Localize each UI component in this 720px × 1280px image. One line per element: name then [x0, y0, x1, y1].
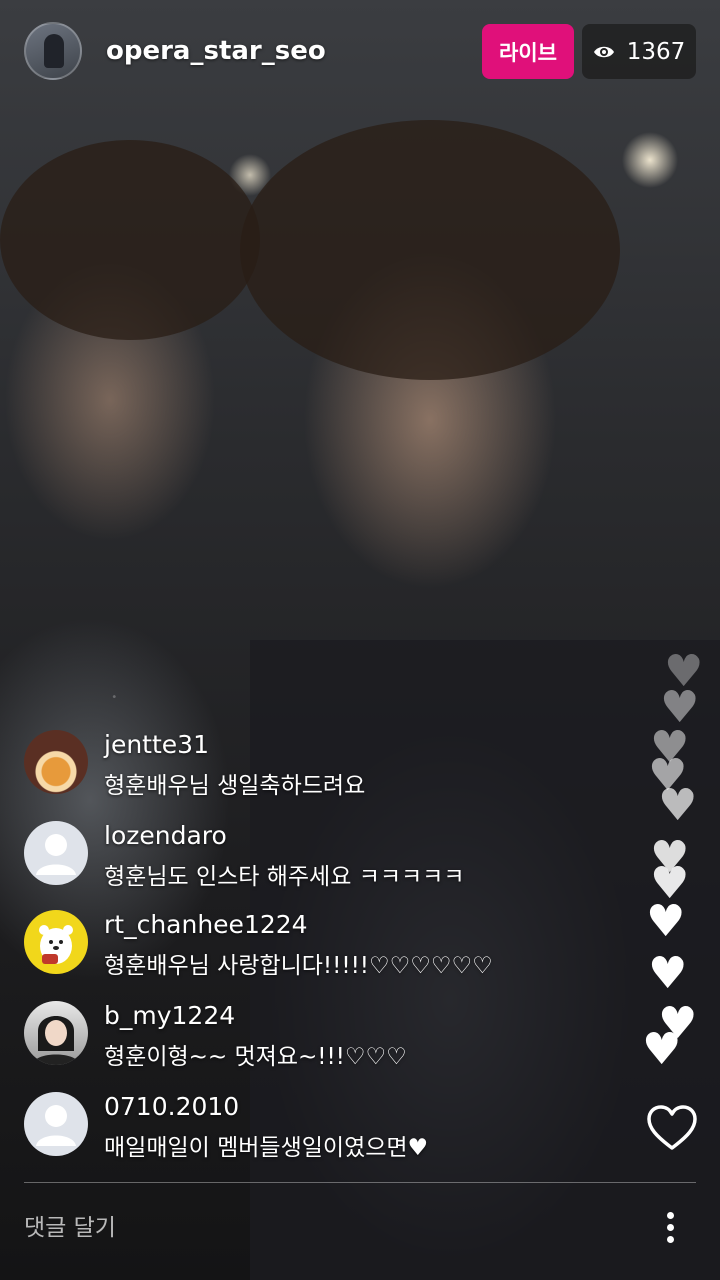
comment-item: b_my1224 형훈이형~~ 멋져요~!!!♡♡♡: [24, 1001, 624, 1071]
more-vertical-icon: [667, 1212, 674, 1219]
comment-input[interactable]: 댓글 달기: [24, 1208, 584, 1248]
comment-text: 형훈이형~~ 멋져요~!!!♡♡♡: [104, 1044, 407, 1070]
like-button[interactable]: [646, 1104, 698, 1152]
person-silhouette-icon: [36, 834, 76, 875]
comment-username[interactable]: jentte31: [104, 730, 209, 759]
floating-heart-icon: ♥: [648, 948, 688, 999]
floating-heart-icon: ♥: [642, 1024, 682, 1075]
comment-text: 형훈배우님 사랑합니다!!!!!♡♡♡♡♡♡: [104, 953, 493, 979]
polar-bear-avatar[interactable]: [24, 910, 88, 974]
heart-outline-icon: [647, 1105, 697, 1150]
portrait-icon: [32, 1016, 80, 1065]
more-vertical-icon: [667, 1236, 674, 1243]
comment-item: jentte31 형훈배우님 생일축하드려요: [24, 730, 624, 800]
default-avatar[interactable]: [24, 1092, 88, 1156]
comment-text: 형훈배우님 생일축하드려요: [104, 773, 366, 799]
floating-heart-icon: ♥: [658, 780, 698, 831]
comment-item: rt_chanhee1224 형훈배우님 사랑합니다!!!!!♡♡♡♡♡♡: [24, 910, 624, 980]
faded-comment: ㆍ: [104, 686, 125, 711]
floating-heart-icon: ♥: [646, 896, 686, 947]
live-video-feed: [0, 0, 720, 1280]
viewer-count-badge[interactable]: 1367: [582, 24, 696, 79]
teacup-avatar[interactable]: [24, 730, 88, 794]
host-username[interactable]: opera_star_seo: [106, 36, 326, 66]
comment-username[interactable]: lozendaro: [104, 821, 227, 850]
comment-username[interactable]: b_my1224: [104, 1001, 235, 1030]
comment-text: 형훈님도 인스타 해주세요 ㅋㅋㅋㅋㅋ: [104, 864, 465, 890]
person-silhouette-icon: [36, 1105, 76, 1146]
live-badge: 라이브: [482, 24, 574, 79]
viewer-count: 1367: [626, 38, 686, 65]
default-avatar[interactable]: [24, 821, 88, 885]
floating-hearts: ♥ ♥ ♥ ♥ ♥ ♥ ♥ ♥ ♥ ♥ ♥: [630, 590, 720, 1110]
top-bar: opera_star_seo 라이브 1367: [0, 0, 720, 104]
comment-username[interactable]: 0710.2010: [104, 1092, 239, 1121]
polar-bear-icon: [39, 925, 73, 964]
comment-item: lozendaro 형훈님도 인스타 해주세요 ㅋㅋㅋㅋㅋ: [24, 821, 624, 891]
host-avatar[interactable]: [24, 22, 82, 80]
more-vertical-icon: [667, 1224, 674, 1231]
eye-icon: [593, 46, 614, 57]
comment-item: 0710.2010 매일매일이 멤버들생일이였으면♥: [24, 1092, 624, 1162]
profile-photo-avatar[interactable]: [24, 1001, 88, 1065]
footer-divider: [24, 1182, 696, 1183]
comment-text: 매일매일이 멤버들생일이였으면♥: [104, 1135, 429, 1161]
comment-username[interactable]: rt_chanhee1224: [104, 910, 308, 939]
more-options-button[interactable]: [656, 1208, 686, 1248]
